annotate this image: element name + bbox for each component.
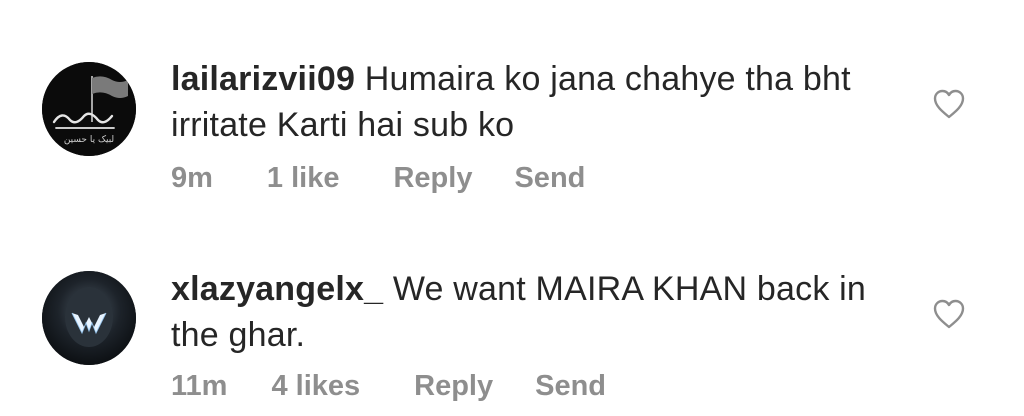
comment-username[interactable]: xlazyangelx_ (171, 270, 383, 308)
comment-likes-count[interactable]: 1 like (267, 162, 340, 195)
comment-text-block: xlazyangelx_ We want MAIRA KHAN back in … (171, 266, 901, 358)
send-button[interactable]: Send (535, 370, 606, 403)
heart-icon[interactable] (932, 298, 966, 330)
comment-username[interactable]: lailarizvii09 (171, 60, 355, 98)
avatar[interactable]: لبیک یا حسین (42, 62, 136, 156)
send-button[interactable]: Send (514, 162, 585, 195)
avatar-image: لبیک یا حسین (42, 62, 136, 156)
heart-icon[interactable] (932, 88, 966, 120)
reply-button[interactable]: Reply (393, 162, 472, 195)
avatar-calligraphy: لبیک یا حسین (64, 135, 114, 145)
comment-meta: 9m 1 like Reply Send (171, 162, 585, 195)
comment-meta: 11m 4 likes Reply Send (171, 370, 606, 403)
avatar-image (42, 271, 136, 365)
comment-likes-count[interactable]: 4 likes (271, 370, 360, 403)
comment-timestamp: 11m (171, 370, 228, 402)
reply-button[interactable]: Reply (414, 370, 493, 403)
comment-text-block: lailarizvii09 Humaira ko jana chahye tha… (171, 56, 901, 148)
comment-timestamp: 9m (171, 162, 213, 194)
avatar[interactable] (42, 271, 136, 365)
